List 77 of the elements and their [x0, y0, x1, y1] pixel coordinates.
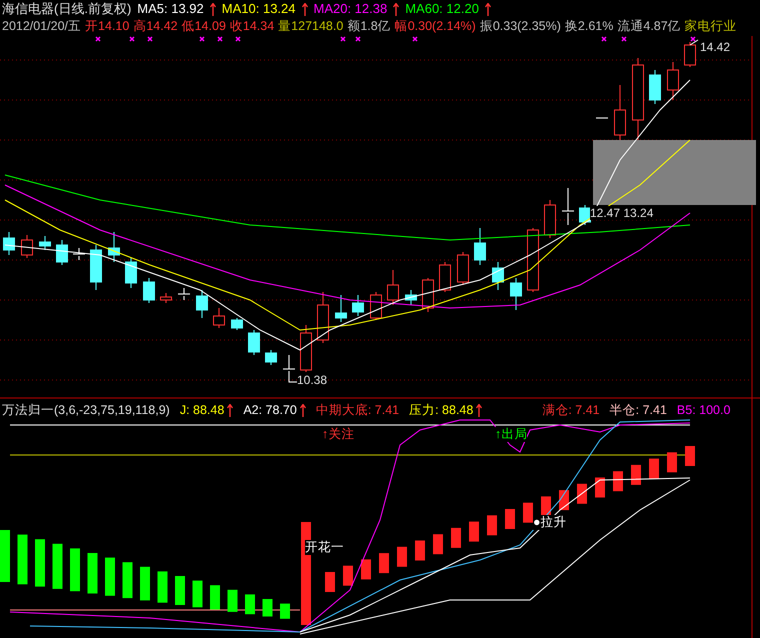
candlestick: [510, 278, 522, 310]
candlestick: [3, 232, 15, 256]
price-label: 12.47 13.24: [590, 206, 654, 220]
candlestick: [667, 62, 679, 100]
candlestick: [335, 294, 347, 322]
candlestick: [125, 258, 137, 288]
quote-field: 量127148.0: [278, 18, 344, 34]
up-arrow-icon: [476, 404, 482, 416]
moving-average-value: MA20: 12.38: [314, 1, 388, 17]
quote-field: 高14.42: [133, 18, 178, 34]
quote-field: 收14.34: [230, 18, 274, 34]
quote-field: 流通4.87亿: [617, 18, 681, 34]
candlestick: [596, 118, 608, 120]
candlestick: [178, 288, 190, 300]
indicator-value: 压力: 88.48: [409, 402, 474, 418]
quote-field: 额1.8亿: [347, 18, 391, 34]
moving-average-value: MA10: 13.24: [222, 1, 296, 17]
candlestick: [544, 200, 556, 238]
candlestick: [160, 292, 172, 304]
signal-label: 开花一: [305, 540, 344, 555]
candlestick: [317, 292, 329, 344]
candlestick: [457, 252, 469, 286]
candlestick: [282, 354, 296, 380]
price-label: 14.42: [700, 40, 730, 54]
indicator-title: 万法归一(3,6,-23,75,19,118,9): [2, 402, 170, 418]
indicator-value: 半仓: 7.41: [610, 402, 667, 418]
candlestick: [90, 244, 102, 290]
candlestick: [352, 294, 364, 316]
candlestick: [231, 318, 243, 330]
candlestick: [213, 308, 225, 328]
indicator-value: 中期大底: 7.41: [316, 402, 400, 418]
candlestick: [248, 330, 260, 356]
indicator-value: B5: 100.0: [676, 402, 730, 418]
up-arrow-icon: [227, 404, 234, 416]
indicator-value: J: 88.48: [180, 402, 224, 418]
stock-title: 海信电器(日线.前复权): [2, 1, 132, 17]
quote-field: 开14.10: [85, 18, 130, 34]
up-arrow-icon: [393, 2, 400, 16]
candlestick: [21, 234, 33, 258]
indicator-value: A2: 78.70: [243, 402, 297, 418]
candlestick: [72, 248, 86, 260]
candlestick: [405, 290, 417, 306]
candlestick: [143, 278, 155, 304]
candlestick: [370, 292, 382, 320]
up-arrow-icon: [302, 2, 308, 16]
candlestick: [527, 228, 539, 292]
candlestick: [614, 84, 626, 140]
candlestick: [387, 270, 399, 306]
up-arrow-icon: [484, 2, 491, 16]
quote-field: 振0.33(2.35%): [480, 18, 561, 34]
moving-average-value: MA5: 13.92: [137, 1, 204, 17]
up-arrow-icon: [210, 2, 216, 16]
candlestick: [265, 350, 277, 366]
candlestick: [649, 70, 661, 104]
signal-label: ●拉升: [533, 515, 567, 530]
quote-field: 2012/01/20/五: [2, 18, 82, 34]
quote-field: 家电行业: [684, 18, 737, 34]
quote-field: 换2.61%: [564, 18, 614, 34]
candlestick: [684, 42, 696, 68]
indicator-value: 满仓: 7.41: [542, 402, 600, 418]
signal-label: ↑关注: [322, 427, 354, 442]
moving-average-value: MA60: 12.20: [405, 1, 479, 17]
candlestick: [39, 236, 51, 250]
candlestick: [108, 232, 120, 262]
candlestick: [492, 262, 504, 290]
candlestick: [422, 278, 434, 312]
up-arrow-icon: [300, 404, 306, 416]
quote-field: 幅0.30(2.14%): [394, 18, 476, 34]
candlestick: [439, 262, 451, 292]
candlestick: [56, 240, 68, 266]
quote-field: 低14.09: [182, 18, 226, 34]
candlestick: [300, 324, 312, 372]
price-label: 10.38: [297, 373, 328, 387]
candlestick: [562, 188, 574, 226]
signal-label: ↑出局: [495, 427, 528, 442]
candlestick: [474, 228, 486, 266]
candlestick: [196, 290, 208, 318]
